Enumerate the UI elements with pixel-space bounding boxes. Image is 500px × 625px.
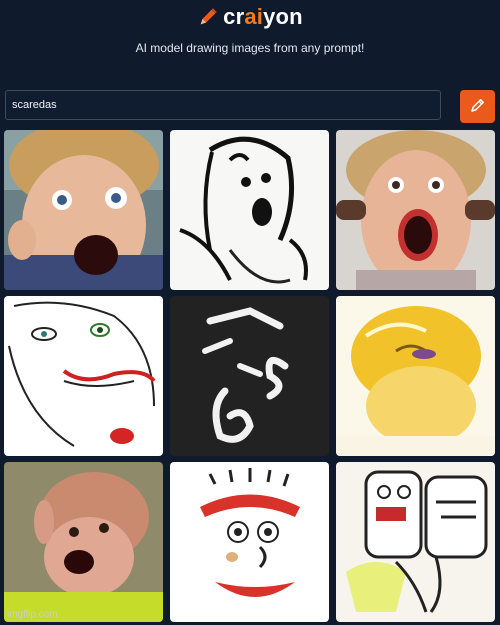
result-image-3[interactable] [336, 130, 495, 290]
yellow-face-painting [336, 296, 495, 456]
result-image-6[interactable] [336, 296, 495, 456]
abstract-strokes-dark [170, 296, 329, 456]
tagline: AI model drawing images from any prompt! [135, 41, 365, 55]
pencil-icon [197, 6, 219, 28]
prompt-bar [5, 90, 495, 124]
draw-button[interactable] [460, 90, 495, 123]
logo-prefix: cr [223, 4, 245, 29]
screaming-child-photo [4, 130, 163, 290]
result-image-9[interactable] [336, 462, 495, 622]
logo[interactable]: craiyon [0, 4, 500, 30]
clown-face-sketch [170, 462, 329, 622]
scared-face-sketch [4, 296, 163, 456]
two-figures-drawing [336, 462, 495, 622]
logo-text: craiyon [223, 4, 303, 30]
results-grid [4, 130, 496, 622]
pencil-icon [469, 96, 487, 117]
result-image-2[interactable] [170, 130, 329, 290]
result-image-7[interactable] [4, 462, 163, 622]
result-image-8[interactable] [170, 462, 329, 622]
result-image-4[interactable] [4, 296, 163, 456]
watermark: imgflip.com [7, 609, 58, 620]
screaming-sketch [170, 130, 329, 290]
logo-suffix: yon [263, 4, 303, 29]
header: craiyon AI model drawing images from any… [0, 0, 500, 70]
screaming-baby-photo [4, 462, 163, 622]
prompt-input[interactable] [5, 90, 441, 120]
logo-ai: ai [244, 4, 264, 29]
screaming-girl-photo [336, 130, 495, 290]
result-image-5[interactable] [170, 296, 329, 456]
result-image-1[interactable] [4, 130, 163, 290]
